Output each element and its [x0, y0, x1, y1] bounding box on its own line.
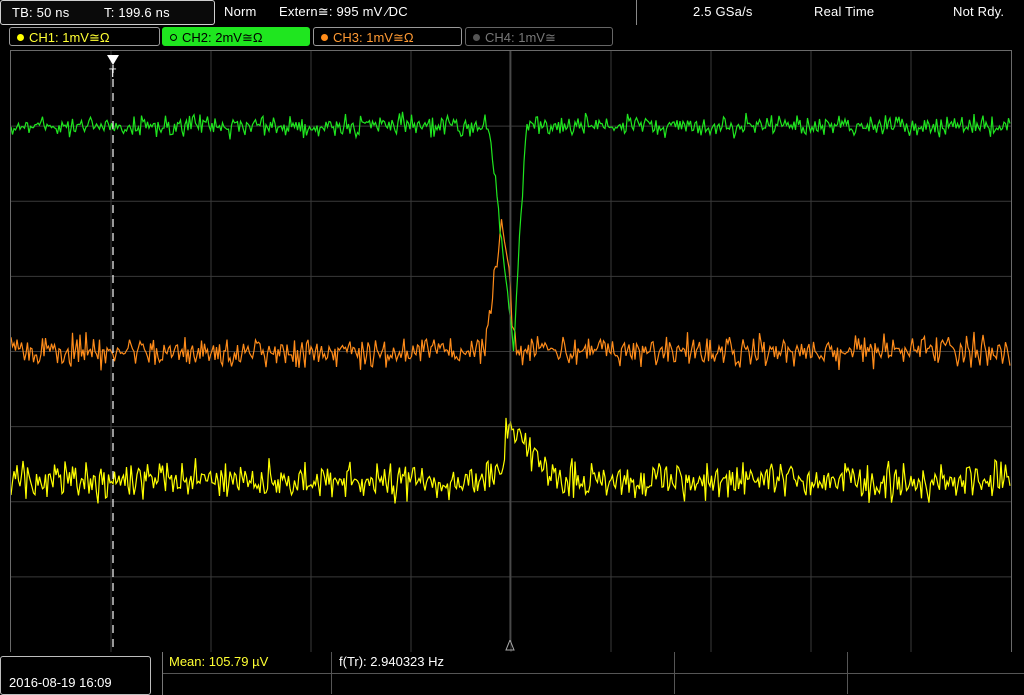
sample-rate: 2.5 GSa/s — [693, 4, 753, 19]
real-time-mode: Real Time — [814, 4, 875, 19]
measurement-cell-empty — [163, 673, 332, 694]
acquisition-state: Not Rdy. — [953, 4, 1005, 19]
timebase-panel[interactable]: TB: 50 ns T: 199.6 ns — [0, 0, 215, 25]
measurement-cell-frequency[interactable]: f(Tr): 2.940323 Hz — [331, 652, 675, 673]
timebase-value[interactable]: TB: 50 ns — [12, 5, 69, 20]
trigger-source[interactable]: Extern≅: 995 mV ⁄DC — [279, 4, 408, 20]
graticule-grid — [11, 51, 1011, 652]
ch4-indicator-icon — [473, 34, 480, 41]
acquisition-mode[interactable]: Norm — [224, 4, 257, 19]
trigger-position-label-icon: T — [109, 66, 117, 80]
trigger-time-value[interactable]: T: 199.6 ns — [104, 5, 170, 20]
measurement-cell-empty — [674, 673, 848, 694]
ch3-indicator-icon — [321, 34, 328, 41]
frequency-measurement[interactable]: f(Tr): 2.940323 Hz — [339, 654, 444, 669]
bottom-bar: 2016-08-19 16:09 Mean: 105.79 µV f(Tr): … — [0, 652, 1024, 695]
datetime-value: 2016-08-19 16:09 — [9, 675, 112, 690]
measurement-cell-empty — [331, 673, 675, 694]
ch2-indicator-icon — [170, 34, 177, 41]
ch1-indicator-icon — [17, 34, 24, 41]
ch2-label: CH2: 2mV≅Ω — [182, 30, 263, 45]
measurement-panel: Mean: 105.79 µV f(Tr): 2.940323 Hz — [162, 652, 1024, 695]
status-bar: TB: 50 ns T: 199.6 ns Norm Extern≅: 995 … — [0, 0, 1024, 25]
measurement-row: Mean: 105.79 µV f(Tr): 2.940323 Hz — [163, 652, 1024, 674]
ch4-label: CH4: 1mV≅ — [485, 30, 556, 45]
waveform-display[interactable]: T — [10, 50, 1012, 653]
trigger-level-arrow-icon — [505, 638, 515, 651]
measurement-cell-empty — [674, 652, 848, 673]
status-divider — [636, 0, 637, 25]
ch1-label: CH1: 1mV≅Ω — [29, 30, 110, 45]
tab-ch4[interactable]: CH4: 1mV≅ — [465, 27, 613, 46]
tab-ch1[interactable]: CH1: 1mV≅Ω — [9, 27, 160, 46]
tab-ch2[interactable]: CH2: 2mV≅Ω — [162, 27, 310, 46]
trigger-position-marker-icon — [107, 55, 119, 65]
waveform-canvas: T — [11, 51, 1011, 652]
tab-ch3[interactable]: CH3: 1mV≅Ω — [313, 27, 462, 46]
mean-measurement[interactable]: Mean: 105.79 µV — [169, 654, 268, 669]
measurement-cell-mean[interactable]: Mean: 105.79 µV — [163, 652, 332, 673]
datetime-panel: 2016-08-19 16:09 — [0, 656, 151, 695]
measurement-row — [163, 673, 1024, 694]
channel-tabs: CH1: 1mV≅Ω CH2: 2mV≅Ω CH3: 1mV≅Ω CH4: 1m… — [0, 25, 1024, 49]
ch3-label: CH3: 1mV≅Ω — [333, 30, 414, 45]
